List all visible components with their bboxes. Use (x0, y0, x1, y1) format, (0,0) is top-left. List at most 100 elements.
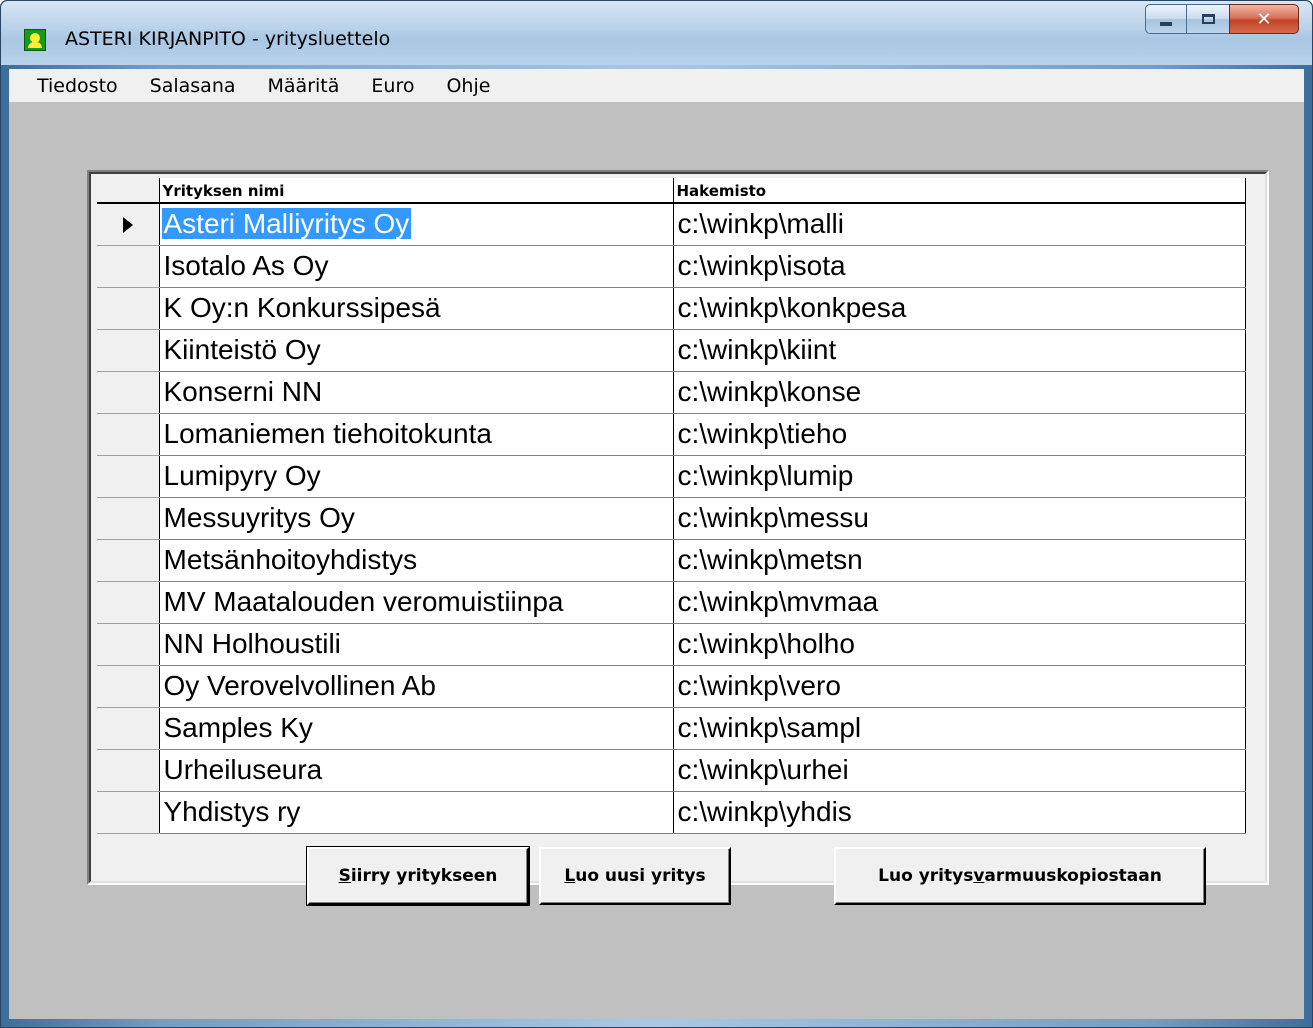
company-grid[interactable]: Yrityksen nimi Hakemisto Asteri Malliyri… (97, 178, 1246, 834)
row-indicator[interactable] (97, 245, 160, 288)
company-name: Yhdistys ry (163, 796, 301, 827)
company-name-cell[interactable]: Samples Ky (159, 707, 674, 750)
open-company-button[interactable]: Siirry yritykseen (306, 846, 530, 906)
row-indicator[interactable] (97, 581, 160, 624)
table-row[interactable]: MV Maatalouden veromuistiinpa c:\winkp\mv… (97, 581, 1246, 624)
table-row[interactable]: Kiinteistö Oy c:\winkp\kiint (97, 329, 1246, 372)
company-name: Lumipyry Oy (163, 460, 321, 491)
row-indicator[interactable] (97, 329, 160, 372)
company-directory-cell[interactable]: c:\winkp\lumip (673, 455, 1246, 498)
table-row[interactable]: Yhdistys ry c:\winkp\yhdis (97, 791, 1246, 834)
company-directory: c:\winkp\konkpesa (677, 292, 907, 323)
company-directory-cell[interactable]: c:\winkp\sampl (673, 707, 1246, 750)
table-row[interactable]: Lomaniemen tiehoitokunta c:\winkp\tieho (97, 413, 1246, 456)
maximize-button[interactable] (1187, 4, 1229, 34)
company-directory-cell[interactable]: c:\winkp\isota (673, 245, 1246, 288)
company-name: Asteri Malliyritys Oy (161, 208, 412, 240)
company-name-cell[interactable]: Metsänhoitoyhdistys (159, 539, 674, 582)
minimize-icon (1160, 22, 1172, 26)
grid-header-row: Yrityksen nimi Hakemisto (97, 178, 1246, 204)
restore-from-backup-button[interactable]: Luo yritys v armuuskopiostaan (834, 847, 1206, 905)
menu-maarita[interactable]: Määritä (252, 75, 354, 97)
company-directory: c:\winkp\messu (677, 502, 869, 533)
company-name: Lomaniemen tiehoitokunta (163, 418, 492, 449)
company-directory-cell[interactable]: c:\winkp\metsn (673, 539, 1246, 582)
company-name-cell[interactable]: Oy Verovelvollinen Ab (159, 665, 674, 708)
company-directory-cell[interactable]: c:\winkp\konkpesa (673, 287, 1246, 330)
table-row[interactable]: Oy Verovelvollinen Ab c:\winkp\vero (97, 665, 1246, 708)
company-name: MV Maatalouden veromuistiinpa (163, 586, 564, 617)
close-button[interactable]: ✕ (1229, 4, 1299, 34)
company-name-cell[interactable]: Konserni NN (159, 371, 674, 414)
table-row[interactable]: NN Holhoustili c:\winkp\holho (97, 623, 1246, 666)
row-indicator[interactable] (97, 707, 160, 750)
table-row[interactable]: Isotalo As Oy c:\winkp\isota (97, 245, 1246, 288)
table-row[interactable]: Asteri Malliyritys Oy c:\winkp\malli (97, 203, 1246, 246)
row-indicator[interactable] (97, 203, 160, 246)
company-directory: c:\winkp\lumip (677, 460, 854, 491)
menu-euro[interactable]: Euro (355, 75, 428, 97)
company-directory-cell[interactable]: c:\winkp\konse (673, 371, 1246, 414)
title-bar[interactable]: ASTERI KIRJANPITO - yritysluettelo ✕ (1, 1, 1312, 65)
company-directory-cell[interactable]: c:\winkp\tieho (673, 413, 1246, 456)
company-name-cell[interactable]: Asteri Malliyritys Oy (159, 203, 674, 246)
company-name-cell[interactable]: Messuyritys Oy (159, 497, 674, 540)
row-indicator[interactable] (97, 371, 160, 414)
row-indicator[interactable] (97, 665, 160, 708)
company-directory: c:\winkp\sampl (677, 712, 862, 743)
company-name: Urheiluseura (163, 754, 323, 785)
table-row[interactable]: Messuyritys Oy c:\winkp\messu (97, 497, 1246, 540)
table-row[interactable]: Metsänhoitoyhdistys c:\winkp\metsn (97, 539, 1246, 582)
company-directory: c:\winkp\konse (677, 376, 862, 407)
row-indicator[interactable] (97, 749, 160, 792)
row-indicator[interactable] (97, 497, 160, 540)
row-indicator[interactable] (97, 791, 160, 834)
row-indicator[interactable] (97, 455, 160, 498)
company-directory: c:\winkp\metsn (677, 544, 863, 575)
row-indicator[interactable] (97, 623, 160, 666)
company-directory-cell[interactable]: c:\winkp\vero (673, 665, 1246, 708)
company-directory-cell[interactable]: c:\winkp\holho (673, 623, 1246, 666)
row-indicator[interactable] (97, 287, 160, 330)
company-directory: c:\winkp\yhdis (677, 796, 852, 827)
company-directory-cell[interactable]: c:\winkp\mvmaa (673, 581, 1246, 624)
menu-ohje[interactable]: Ohje (430, 75, 504, 97)
company-directory: c:\winkp\isota (677, 250, 846, 281)
company-directory-cell[interactable]: c:\winkp\yhdis (673, 791, 1246, 834)
column-header-directory[interactable]: Hakemisto (673, 178, 1246, 204)
maximize-icon (1201, 14, 1215, 24)
row-indicator[interactable] (97, 413, 160, 456)
company-directory-cell[interactable]: c:\winkp\malli (673, 203, 1246, 246)
company-name-cell[interactable]: K Oy:n Konkurssipesä (159, 287, 674, 330)
company-name: Konserni NN (163, 376, 323, 407)
table-row[interactable]: K Oy:n Konkurssipesä c:\winkp\konkpesa (97, 287, 1246, 330)
row-indicator[interactable] (97, 539, 160, 582)
table-row[interactable]: Urheiluseura c:\winkp\urhei (97, 749, 1246, 792)
minimize-button[interactable] (1145, 4, 1187, 34)
company-name-cell[interactable]: Yhdistys ry (159, 791, 674, 834)
company-name-cell[interactable]: NN Holhoustili (159, 623, 674, 666)
company-name-cell[interactable]: MV Maatalouden veromuistiinpa (159, 581, 674, 624)
menu-tiedosto[interactable]: Tiedosto (9, 75, 132, 97)
company-name-cell[interactable]: Lumipyry Oy (159, 455, 674, 498)
table-row[interactable]: Lumipyry Oy c:\winkp\lumip (97, 455, 1246, 498)
company-name-cell[interactable]: Urheiluseura (159, 749, 674, 792)
column-header-name[interactable]: Yrityksen nimi (159, 178, 674, 204)
app-logo-icon (24, 29, 46, 51)
company-name-cell[interactable]: Kiinteistö Oy (159, 329, 674, 372)
company-name-cell[interactable]: Lomaniemen tiehoitokunta (159, 413, 674, 456)
company-name: Metsänhoitoyhdistys (163, 544, 418, 575)
new-company-button[interactable]: Luo uusi yritys (539, 847, 731, 905)
table-row[interactable]: Konserni NN c:\winkp\konse (97, 371, 1246, 414)
company-name: Isotalo As Oy (163, 250, 329, 281)
company-name-cell[interactable]: Isotalo As Oy (159, 245, 674, 288)
company-name: Oy Verovelvollinen Ab (163, 670, 436, 701)
company-directory-cell[interactable]: c:\winkp\messu (673, 497, 1246, 540)
company-directory-cell[interactable]: c:\winkp\kiint (673, 329, 1246, 372)
table-row[interactable]: Samples Ky c:\winkp\sampl (97, 707, 1246, 750)
application-window: ASTERI KIRJANPITO - yritysluettelo ✕ Tie… (0, 0, 1313, 1028)
company-directory: c:\winkp\vero (677, 670, 841, 701)
company-name: K Oy:n Konkurssipesä (163, 292, 441, 323)
company-directory-cell[interactable]: c:\winkp\urhei (673, 749, 1246, 792)
menu-salasana[interactable]: Salasana (134, 75, 250, 97)
